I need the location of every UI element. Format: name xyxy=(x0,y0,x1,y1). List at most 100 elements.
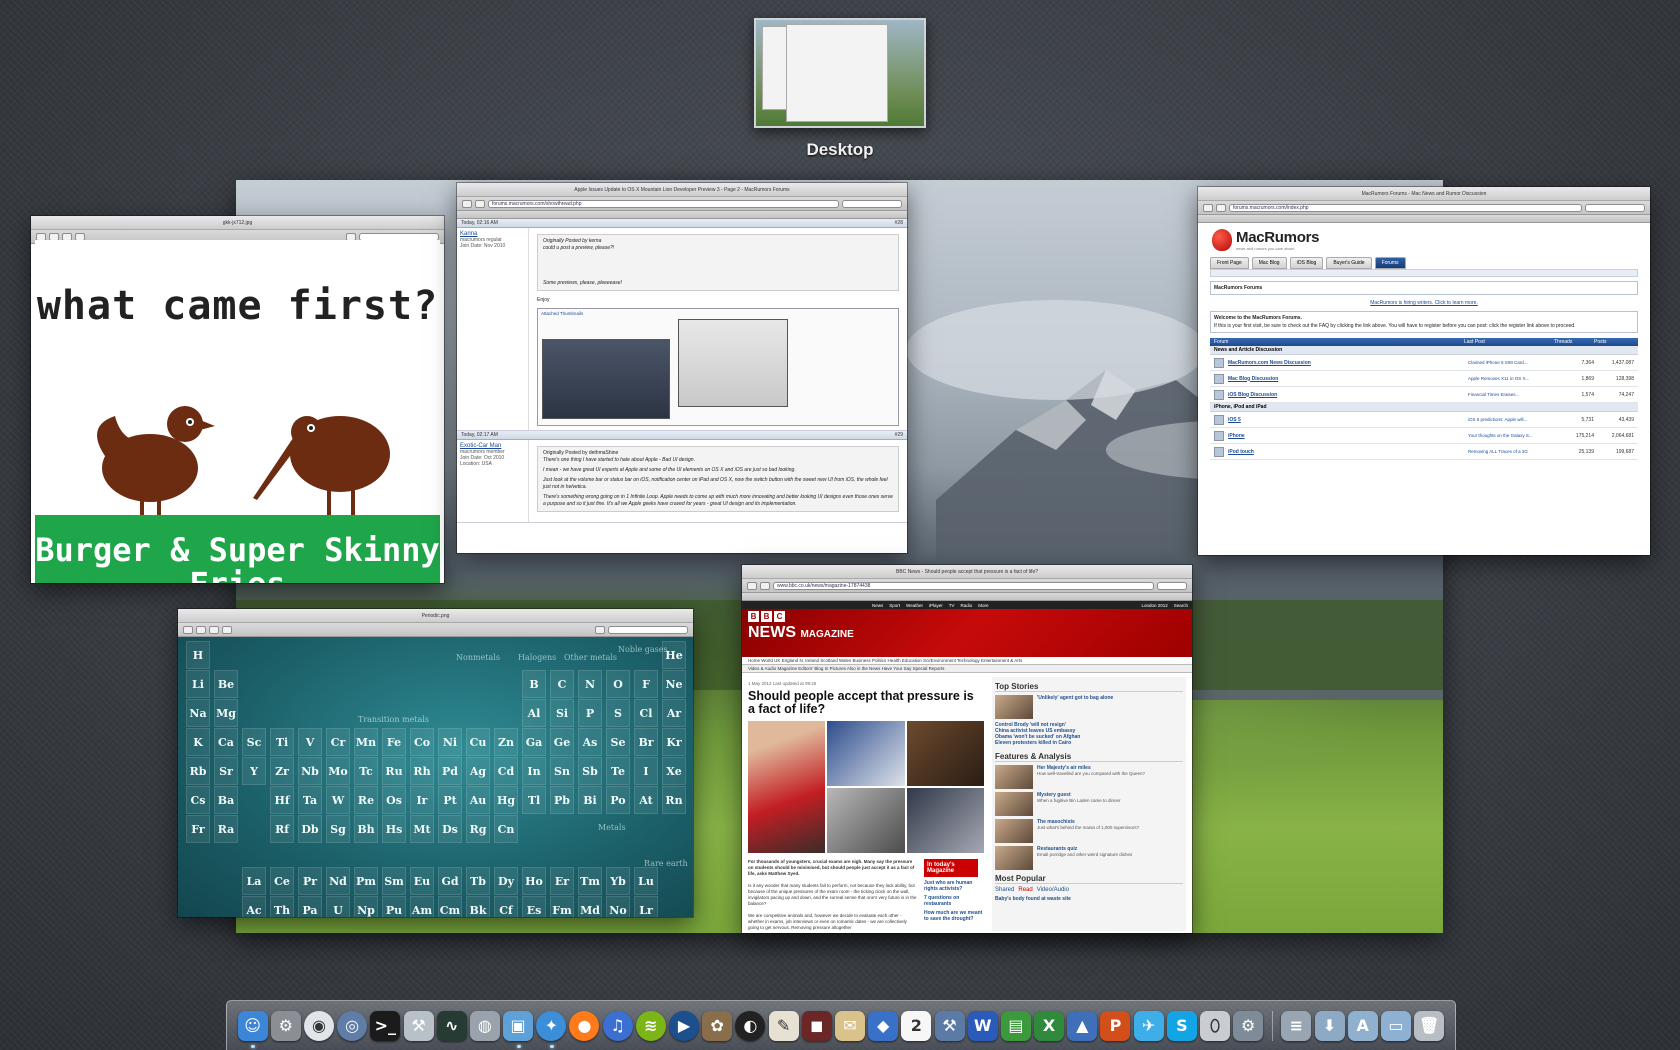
dock-item-disk-utility[interactable]: ◍ xyxy=(469,1009,500,1043)
nav-forums[interactable]: Forums xyxy=(1374,257,1406,269)
dock-item-skitch[interactable]: ◆ xyxy=(868,1009,899,1043)
dock-item-spotify[interactable]: ≋ xyxy=(635,1009,666,1043)
forum-link[interactable]: iPod touch xyxy=(1228,449,1468,455)
nav-front-page[interactable]: Front Page xyxy=(1210,257,1249,269)
forum-link[interactable]: iPhone xyxy=(1228,433,1468,439)
forward-button[interactable] xyxy=(475,199,485,208)
feature-item[interactable]: Her Majesty's air miles How well-travelle… xyxy=(995,765,1183,789)
dock-item-skype[interactable]: S xyxy=(1166,1009,1197,1043)
safari-window-macrumors[interactable]: MacRumors Forums - Mac News and Rumor Di… xyxy=(1198,187,1650,555)
post-number[interactable]: #29 xyxy=(895,431,903,439)
last-post-link[interactable]: Apple Removes X11 in OS X... xyxy=(1468,376,1558,381)
zoom-out-button[interactable] xyxy=(196,625,206,634)
nav-more[interactable]: More xyxy=(978,603,988,608)
nav-mac-blog[interactable]: Mac Blog xyxy=(1251,257,1287,269)
dock-item-xcode[interactable]: ⚒ xyxy=(934,1009,965,1043)
safari-window-forum-thread[interactable]: Apple Issues Update to OS X Mountain Lio… xyxy=(457,183,907,553)
tab-read[interactable]: Read xyxy=(1018,887,1032,893)
feature-item[interactable]: The masochists Just what's behind the man… xyxy=(995,819,1183,843)
dock-separator[interactable] xyxy=(1271,1010,1273,1041)
attached-thumbnail[interactable] xyxy=(678,319,788,407)
nav-buyers-guide[interactable]: Buyer's Guide xyxy=(1326,257,1372,269)
magazine-link[interactable]: 7 questions on restaurants xyxy=(924,895,984,907)
safari-window-bbc-news[interactable]: BBC News - Should people accept that pre… xyxy=(742,565,1192,933)
story-link[interactable]: Eleven protesters killed in Cairo xyxy=(995,740,1183,746)
story-link[interactable]: 'Unlikely' agent got to bag alone xyxy=(1037,695,1113,719)
bbc-search-input[interactable]: Search xyxy=(1174,603,1188,608)
tab-shared[interactable]: Shared xyxy=(995,887,1014,893)
bbc-subsection-nav[interactable]: Video & Audio Magazine Editors' Blog In … xyxy=(742,665,1192,673)
dock-item-textedit[interactable]: ✎ xyxy=(768,1009,799,1043)
forum-link[interactable]: iOS Blog Discussion xyxy=(1228,392,1468,398)
forum-row[interactable]: iOS 5 iOS 5 predictions: Apple will... 5,7… xyxy=(1210,412,1638,428)
zoom-in-button[interactable] xyxy=(209,625,219,634)
dock-item-mail[interactable]: ✉ xyxy=(834,1009,865,1043)
dock-item-twitter[interactable]: ✈ xyxy=(1133,1009,1164,1043)
dock-item-iphoto[interactable]: ✿ xyxy=(702,1009,733,1043)
forum-category[interactable]: News and Article Discussion xyxy=(1210,346,1638,355)
nav-tv[interactable]: TV xyxy=(949,603,955,608)
dock-item-numbers[interactable]: ▤ xyxy=(1000,1009,1031,1043)
dock-item-aperture[interactable]: ◐ xyxy=(735,1009,766,1043)
dock-item-preview[interactable]: ▣ xyxy=(503,1009,534,1048)
forward-button[interactable] xyxy=(760,581,770,590)
back-button[interactable] xyxy=(462,199,472,208)
address-bar[interactable]: forums.macrumors.com/showthread.php xyxy=(488,199,839,208)
dock-item-finder[interactable]: ☺ xyxy=(237,1009,268,1048)
feature-item[interactable]: Mystery guest When a fugitive Bin Laden c… xyxy=(995,792,1183,816)
dock-item-quicktime[interactable]: ▶ xyxy=(668,1009,700,1043)
dock-item-airport-utility[interactable]: ◉ xyxy=(303,1009,334,1043)
post-number[interactable]: #28 xyxy=(895,219,903,227)
dock-item-system-preferences[interactable]: ⚙ xyxy=(270,1009,301,1043)
dock-item-documents[interactable]: ≡ xyxy=(1281,1009,1312,1043)
desktop-space-thumbnail[interactable] xyxy=(754,18,926,128)
annotate-button[interactable] xyxy=(595,625,605,634)
last-post-link[interactable]: iOS 5 predictions: Apple will... xyxy=(1468,417,1558,422)
forum-link[interactable]: MacRumors.com News Discussion xyxy=(1228,360,1468,366)
nav-ios-blog[interactable]: iOS Blog xyxy=(1289,257,1324,269)
dock-item-trash[interactable]: 🗑 xyxy=(1414,1009,1445,1043)
nav-radio[interactable]: Radio xyxy=(961,603,973,608)
sidebar-button[interactable] xyxy=(183,625,193,634)
dock-item-keynote[interactable]: ▲ xyxy=(1067,1009,1098,1043)
hiring-link[interactable]: MacRumors is hiring writers. Click to le… xyxy=(1198,300,1650,306)
search-input[interactable] xyxy=(608,625,688,634)
search-field[interactable] xyxy=(842,199,902,208)
dock-item-activity-monitor[interactable]: ∿ xyxy=(436,1009,467,1043)
last-post-link[interactable]: Removing ALL Traces of a 3G xyxy=(1468,449,1558,454)
dock-item-network-utility[interactable]: ◎ xyxy=(337,1009,368,1043)
last-post-link[interactable]: Financial Times Eraises... xyxy=(1468,392,1558,397)
popular-story-link[interactable]: Baby's body found at waste site xyxy=(995,896,1183,902)
nav-sport[interactable]: Sport xyxy=(889,603,900,608)
bbc-section-nav[interactable]: Home World UK England N. Ireland Scotlan… xyxy=(742,657,1192,665)
top-story-lead[interactable]: 'Unlikely' agent got to bag alone xyxy=(995,695,1183,719)
attached-thumbnail[interactable] xyxy=(542,339,670,419)
forum-row[interactable]: iPod touch Removing ALL Traces of a 3G 25,… xyxy=(1210,444,1638,460)
dock-item-safari[interactable]: ✦ xyxy=(536,1009,567,1048)
forum-row[interactable]: Mac Blog Discussion Apple Removes X11 in … xyxy=(1210,371,1638,387)
reader-button[interactable] xyxy=(1157,581,1187,590)
dock-item-calendar[interactable]: 2 xyxy=(901,1009,932,1043)
forum-row[interactable]: iPhone Your thoughts on the Galaxy S... 17… xyxy=(1210,428,1638,444)
dock-item-itunes[interactable]: ♫ xyxy=(602,1009,633,1043)
feature-item[interactable]: Restaurants quiz Email porridge and other… xyxy=(995,846,1183,870)
back-button[interactable] xyxy=(747,581,757,590)
dock-item-downloads[interactable]: ⬇ xyxy=(1314,1009,1345,1043)
last-post-link[interactable]: Your thoughts on the Galaxy S... xyxy=(1468,433,1558,438)
dock-item-photo-booth[interactable]: ◼ xyxy=(801,1009,832,1043)
preview-window-poster[interactable]: gkk-jx712.jpg what came first? Burger & … xyxy=(31,216,444,583)
dock-item-powerpoint[interactable]: P xyxy=(1100,1009,1131,1043)
share-button[interactable] xyxy=(222,625,232,634)
nav-weather[interactable]: Weather xyxy=(906,603,923,608)
forum-category[interactable]: iPhone, iPod and iPad xyxy=(1210,403,1638,412)
forum-row[interactable]: iOS Blog Discussion Financial Times Erais… xyxy=(1210,387,1638,403)
forum-link[interactable]: iOS 5 xyxy=(1228,417,1468,423)
preview-window-periodic-table[interactable]: Periodic.png Nonmetals Halogens Noble ga… xyxy=(178,609,693,917)
address-bar[interactable]: www.bbc.co.uk/news/magazine-17874438 xyxy=(773,581,1154,590)
magazine-link[interactable]: Just who are human rights activists? xyxy=(924,880,984,892)
nav-iplayer[interactable]: iPlayer xyxy=(929,603,943,608)
nav-news[interactable]: News xyxy=(872,603,883,608)
dock-item-terminal[interactable]: >_ xyxy=(370,1009,401,1043)
address-bar[interactable]: forums.macrumors.com/index.php xyxy=(1229,203,1582,212)
dock-item-applications[interactable]: A xyxy=(1347,1009,1378,1043)
